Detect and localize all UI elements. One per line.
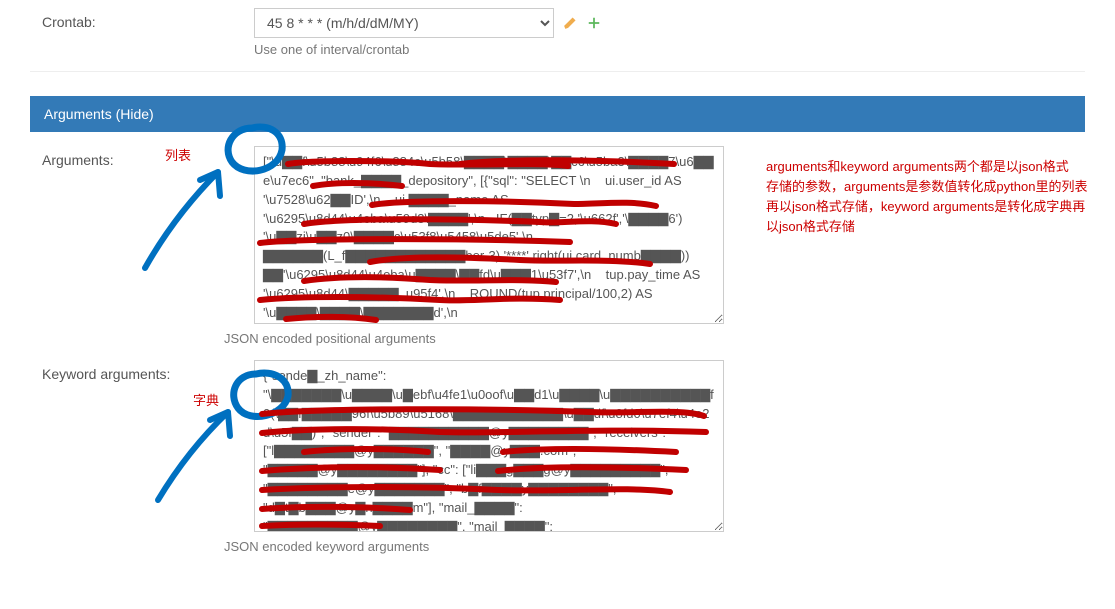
crontab-help: Use one of interval/crontab <box>254 42 744 57</box>
plus-icon[interactable] <box>586 15 602 31</box>
crontab-label: Crontab: <box>30 8 254 30</box>
kwargs-help: JSON encoded keyword arguments <box>224 539 744 554</box>
pencil-icon[interactable] <box>562 15 578 31</box>
kwargs-label: Keyword arguments: <box>30 360 254 382</box>
arguments-section-header[interactable]: Arguments (Hide) <box>30 96 1085 132</box>
divider <box>30 71 1085 72</box>
crontab-row: Crontab: 45 8 * * * (m/h/d/dM/MY) Use on… <box>30 0 1085 57</box>
arguments-textarea[interactable] <box>254 146 724 324</box>
arguments-row: Arguments: JSON encoded positional argum… <box>30 132 1085 346</box>
kwargs-row: Keyword arguments: JSON encoded keyword … <box>30 346 1085 554</box>
arguments-help: JSON encoded positional arguments <box>224 331 744 346</box>
crontab-select[interactable]: 45 8 * * * (m/h/d/dM/MY) <box>254 8 554 38</box>
arguments-label: Arguments: <box>30 146 254 168</box>
kwargs-textarea[interactable] <box>254 360 724 532</box>
